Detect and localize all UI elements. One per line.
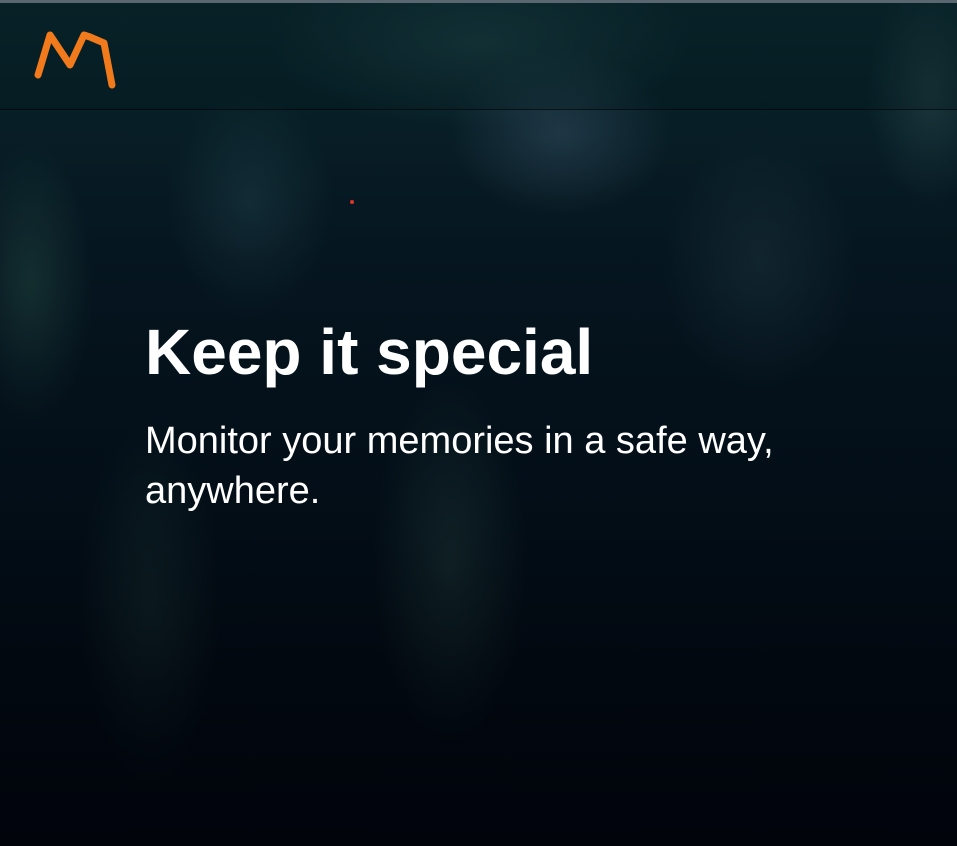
red-dot-marker: [350, 200, 354, 204]
hero-subtitle: Monitor your memories in a safe way, any…: [145, 420, 774, 512]
hero-title: Keep it special: [145, 316, 594, 388]
landing-page: Keep it special Monitor your memories in…: [0, 0, 957, 846]
m-logo-icon[interactable]: [34, 29, 116, 93]
site-header: [0, 3, 957, 110]
